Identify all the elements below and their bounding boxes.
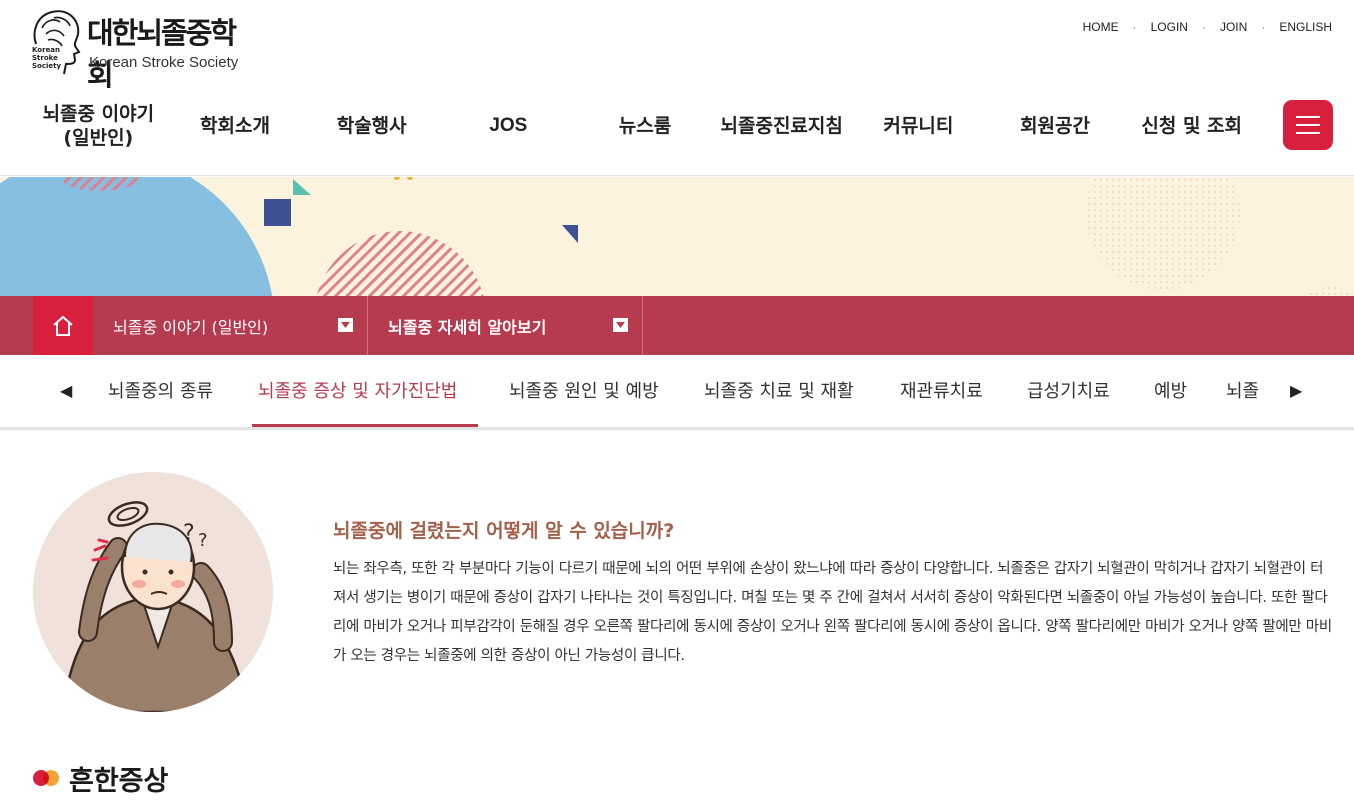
site-logo[interactable]: Korean Stroke Society 대한뇌졸중학회 Korean Str…	[30, 8, 250, 92]
logo-english-name: Korean Stroke Society	[89, 54, 239, 71]
join-link[interactable]: JOIN	[1220, 20, 1247, 34]
breadcrumb-select-level2[interactable]: 뇌졸중 자세히 알아보기	[368, 296, 643, 355]
hamburger-menu-button[interactable]	[1283, 100, 1333, 150]
breadcrumb-level2-label: 뇌졸중 자세히 알아보기	[388, 317, 547, 337]
svg-text:?: ?	[183, 521, 195, 546]
hamburger-icon-line	[1296, 132, 1320, 134]
tab-reperfusion[interactable]: 재관류치료	[900, 377, 983, 403]
svg-text:?: ?	[198, 530, 208, 551]
question-heading: 뇌졸중에 걸렸는지 어떻게 알 수 있습니까?	[333, 520, 675, 542]
home-icon	[53, 315, 73, 336]
tab-acute-treatment[interactable]: 급성기치료	[1027, 377, 1110, 403]
home-button[interactable]	[33, 296, 93, 355]
section-heading-common-symptoms: 흔한증상	[33, 760, 169, 797]
gnb-item-stroke-story[interactable]: 뇌졸중 이야기 (일반인)	[30, 102, 167, 150]
dizzy-person-illustration: ? ?	[33, 472, 273, 712]
banner-decoration	[0, 177, 1354, 296]
logo-korean-name: 대한뇌졸중학회	[87, 16, 237, 92]
arrow-left-icon[interactable]: ◀	[60, 381, 72, 400]
caret-down-icon	[613, 318, 628, 332]
gnb-item-members[interactable]: 회원공간	[987, 114, 1124, 138]
home-link[interactable]: HOME	[1083, 20, 1119, 34]
gnb-item-community[interactable]: 커뮤니티	[850, 114, 987, 138]
bullet-dots-icon	[33, 769, 59, 787]
separator: ·	[1261, 20, 1266, 34]
tab-treatment-rehab[interactable]: 뇌졸중 치료 및 재활	[704, 377, 854, 403]
question-body-text: 뇌는 좌우측, 또한 각 부분마다 기능이 다르기 때문에 뇌의 어떤 부위에 …	[333, 561, 1332, 664]
logo-mark-text: Korean Stroke Society	[32, 46, 62, 70]
tab-symptoms-selfcheck[interactable]: 뇌졸중 증상 및 자가진단법	[258, 377, 457, 403]
breadcrumb: 뇌졸중 이야기 (일반인) 뇌졸중 자세히 알아보기	[0, 296, 1354, 355]
gnb-item-events[interactable]: 학술행사	[303, 114, 440, 138]
gnb-item-guidelines[interactable]: 뇌졸중진료지침	[713, 114, 850, 138]
sub-tabs: ◀ 뇌졸중의 종류 뇌졸중 증상 및 자가진단법 뇌졸중 원인 및 예방 뇌졸중…	[0, 355, 1354, 430]
breadcrumb-select-level1[interactable]: 뇌졸중 이야기 (일반인)	[93, 296, 368, 355]
caret-down-icon	[338, 318, 353, 332]
login-link[interactable]: LOGIN	[1151, 20, 1188, 34]
tab-stroke-types[interactable]: 뇌졸중의 종류	[108, 377, 213, 403]
tab-causes-prevention[interactable]: 뇌졸중 원인 및 예방	[509, 377, 659, 403]
tab-partial[interactable]: 뇌졸	[1226, 377, 1259, 403]
page-banner	[0, 177, 1354, 296]
gnb-item-newsroom[interactable]: 뉴스룸	[577, 114, 714, 138]
gnb-item-about[interactable]: 학회소개	[167, 114, 304, 138]
main-navigation: 뇌졸중 이야기 (일반인) 학회소개 학술행사 JOS 뉴스룸 뇌졸중진료지침 …	[30, 96, 1260, 156]
separator: ·	[1132, 20, 1137, 34]
site-header: Korean Stroke Society 대한뇌졸중학회 Korean Str…	[0, 0, 1354, 176]
utility-links: HOME · LOGIN · JOIN · ENGLISH	[1083, 20, 1332, 34]
tab-prevention[interactable]: 예방	[1154, 377, 1187, 403]
english-link[interactable]: ENGLISH	[1279, 20, 1332, 34]
gnb-item-apply[interactable]: 신청 및 조회	[1123, 114, 1260, 138]
hamburger-icon	[1296, 116, 1320, 118]
gnb-item-jos[interactable]: JOS	[440, 114, 577, 138]
section-title: 흔한증상	[69, 765, 169, 797]
tab-strip: 뇌졸중의 종류 뇌졸중 증상 및 자가진단법 뇌졸중 원인 및 예방 뇌졸중 치…	[90, 355, 1280, 427]
active-tab-indicator	[252, 424, 478, 427]
breadcrumb-level1-label: 뇌졸중 이야기 (일반인)	[113, 317, 269, 337]
separator: ·	[1201, 20, 1206, 34]
hamburger-icon-line	[1296, 124, 1320, 126]
arrow-right-icon[interactable]: ▶	[1290, 381, 1302, 400]
